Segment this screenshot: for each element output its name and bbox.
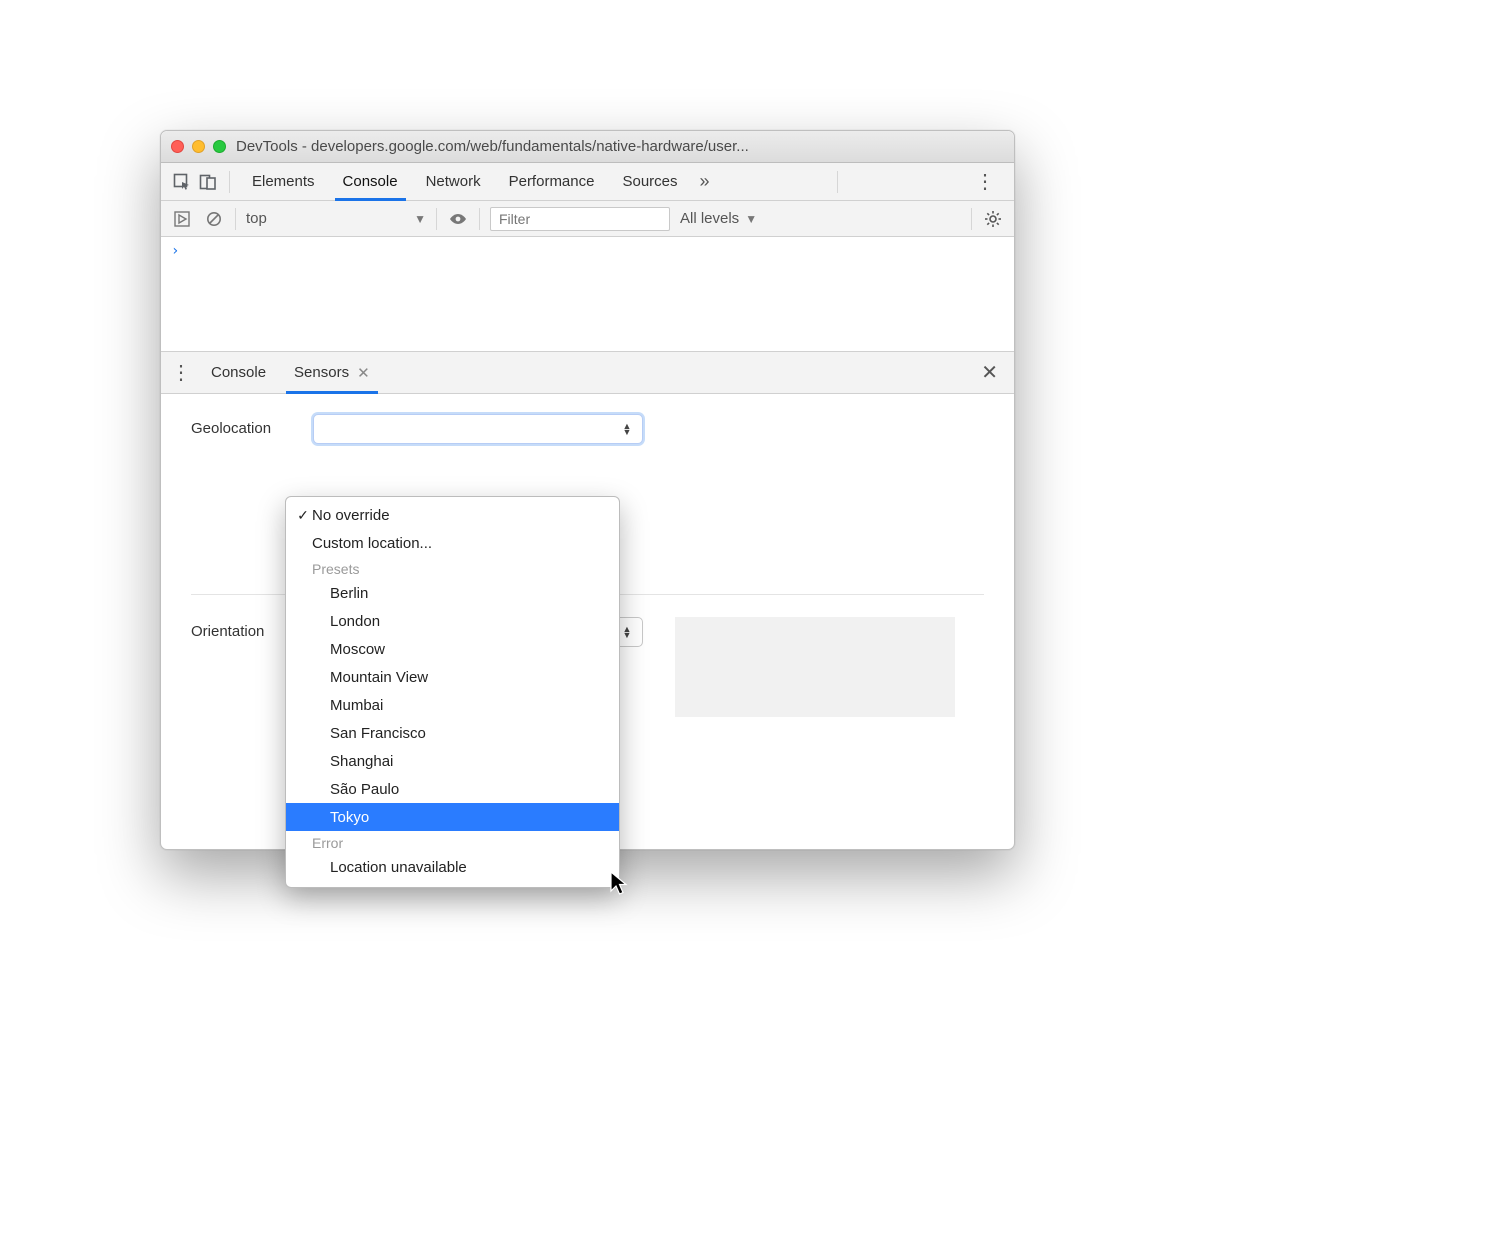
separator: [235, 208, 236, 230]
run-icon[interactable]: [171, 208, 193, 230]
dropdown-item-location-unavailable[interactable]: Location unavailable: [286, 853, 619, 881]
drawer-menu-icon[interactable]: ⋮: [171, 360, 197, 385]
window-title: DevTools - developers.google.com/web/fun…: [236, 138, 1004, 155]
dropdown-group-error: Error: [286, 831, 619, 853]
close-tab-icon[interactable]: ✕: [357, 364, 370, 382]
more-tabs-icon[interactable]: »: [692, 171, 718, 192]
minimize-window-button[interactable]: [192, 140, 205, 153]
separator: [837, 171, 838, 193]
tab-sources[interactable]: Sources: [608, 163, 691, 200]
caret-down-icon: ▼: [414, 212, 426, 226]
close-drawer-icon[interactable]: ✕: [975, 360, 1004, 385]
geolocation-label: Geolocation: [191, 414, 301, 437]
device-toolbar-icon[interactable]: [195, 170, 221, 194]
panel-tabstrip: Elements Console Network Performance Sou…: [161, 163, 1014, 201]
select-caret-icon: ▲▼: [618, 419, 636, 439]
dropdown-item-mumbai[interactable]: Mumbai: [286, 691, 619, 719]
zoom-window-button[interactable]: [213, 140, 226, 153]
tab-performance[interactable]: Performance: [495, 163, 609, 200]
dropdown-item-san-francisco[interactable]: San Francisco: [286, 719, 619, 747]
tab-elements[interactable]: Elements: [238, 163, 329, 200]
select-caret-icon: ▲▼: [618, 622, 636, 642]
dropdown-item-shanghai[interactable]: Shanghai: [286, 747, 619, 775]
dropdown-item-london[interactable]: London: [286, 607, 619, 635]
console-toolbar: top ▼ All levels ▼: [161, 201, 1014, 237]
filter-input[interactable]: [490, 207, 670, 231]
context-value: top: [246, 210, 267, 227]
dropdown-item-mountain-view[interactable]: Mountain View: [286, 663, 619, 691]
inspect-element-icon[interactable]: [169, 170, 195, 194]
console-output[interactable]: ›: [161, 237, 1014, 352]
tab-console[interactable]: Console: [329, 163, 412, 200]
live-expression-icon[interactable]: [447, 208, 469, 230]
caret-down-icon: ▼: [745, 212, 757, 226]
dropdown-item-no-override[interactable]: ✓ No override: [286, 501, 619, 529]
dropdown-group-presets: Presets: [286, 557, 619, 579]
dropdown-item-moscow[interactable]: Moscow: [286, 635, 619, 663]
check-icon: ✓: [294, 507, 312, 524]
separator: [229, 171, 230, 193]
geolocation-row: Geolocation ▲▼: [191, 414, 984, 444]
window-controls: [171, 140, 226, 153]
orientation-preview: [675, 617, 955, 717]
separator: [436, 208, 437, 230]
drawer-tabstrip: ⋮ Console Sensors ✕ ✕: [161, 352, 1014, 394]
settings-gear-icon[interactable]: [982, 208, 1004, 230]
dropdown-item-sao-paulo[interactable]: São Paulo: [286, 775, 619, 803]
separator: [971, 208, 972, 230]
dropdown-item-custom-location[interactable]: Custom location...: [286, 529, 619, 557]
close-window-button[interactable]: [171, 140, 184, 153]
geolocation-dropdown-menu: ✓ No override Custom location... Presets…: [285, 496, 620, 888]
console-prompt: ›: [171, 243, 179, 259]
log-levels-dropdown[interactable]: All levels ▼: [680, 210, 757, 227]
drawer-tab-console[interactable]: Console: [197, 352, 280, 393]
main-menu-icon[interactable]: ⋮: [965, 169, 1006, 194]
geolocation-select[interactable]: ▲▼: [313, 414, 643, 444]
dropdown-item-berlin[interactable]: Berlin: [286, 579, 619, 607]
tab-network[interactable]: Network: [412, 163, 495, 200]
context-dropdown[interactable]: top ▼: [246, 210, 426, 227]
levels-value: All levels: [680, 210, 739, 227]
dropdown-item-tokyo[interactable]: Tokyo: [286, 803, 619, 831]
titlebar: DevTools - developers.google.com/web/fun…: [161, 131, 1014, 163]
separator: [479, 208, 480, 230]
drawer-tab-sensors[interactable]: Sensors ✕: [280, 352, 384, 393]
clear-console-icon[interactable]: [203, 208, 225, 230]
